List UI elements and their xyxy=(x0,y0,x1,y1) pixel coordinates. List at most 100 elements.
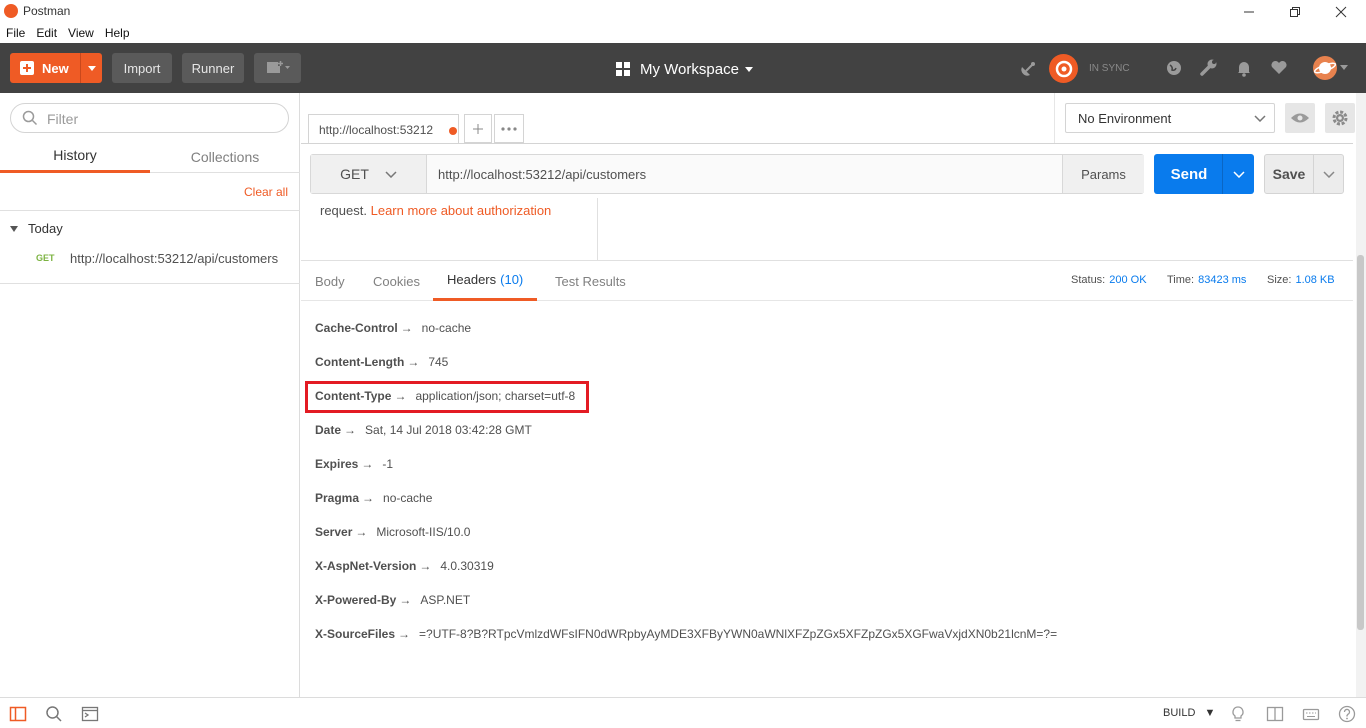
more-icon xyxy=(501,126,517,131)
history-group-today[interactable]: Today xyxy=(10,221,63,236)
new-dropdown-button[interactable] xyxy=(80,53,102,83)
filter-input[interactable] xyxy=(47,110,277,128)
save-button-main[interactable]: Save xyxy=(1265,155,1313,193)
learn-more-auth-link[interactable]: Learn more about authorization xyxy=(371,203,552,218)
new-label: New xyxy=(42,60,69,76)
tab-test-results[interactable]: Test Results xyxy=(541,261,640,301)
clear-all-link[interactable]: Clear all xyxy=(244,185,288,199)
sidebar-tabs: History Collections xyxy=(0,140,300,173)
two-pane-icon[interactable] xyxy=(1266,705,1284,723)
arrow-icon: → xyxy=(361,457,374,471)
header-value: no-cache xyxy=(421,321,472,335)
url-input[interactable]: http://localhost:53212/api/customers xyxy=(428,155,1062,193)
build-mode-toggle[interactable]: BUILD ▼ xyxy=(1163,707,1215,719)
minimize-icon xyxy=(1244,11,1254,12)
minimize-button[interactable] xyxy=(1226,0,1272,23)
restore-button[interactable] xyxy=(1272,0,1318,23)
search-icon xyxy=(22,110,38,126)
time-label: Time: xyxy=(1167,274,1195,286)
history-group-label: Today xyxy=(28,221,63,236)
time-value[interactable]: 83423 ms xyxy=(1198,274,1246,286)
workspace-label: My Workspace xyxy=(640,60,739,78)
sync-status-label: IN SYNC xyxy=(1089,63,1130,74)
response-size: Size: 1.08 KB xyxy=(1267,274,1335,286)
workspace-grid-icon xyxy=(616,62,630,76)
new-window-button[interactable] xyxy=(254,53,301,83)
keyboard-icon[interactable] xyxy=(1302,705,1320,723)
console-icon[interactable] xyxy=(81,705,99,723)
menu-view[interactable]: View xyxy=(68,26,94,40)
caret-down-icon: ▼ xyxy=(1204,707,1216,719)
sync-status-icon[interactable] xyxy=(1049,54,1078,83)
new-button[interactable]: New xyxy=(10,53,102,83)
menu-edit[interactable]: Edit xyxy=(36,26,57,40)
send-dropdown-button[interactable] xyxy=(1222,154,1254,194)
scrollbar-thumb[interactable] xyxy=(1357,255,1364,630)
postman-logo-icon xyxy=(4,4,18,18)
search-icon[interactable] xyxy=(45,705,63,723)
header-key: Cache-Control xyxy=(315,321,398,335)
satellite-icon[interactable] xyxy=(1018,58,1038,78)
import-button[interactable]: Import xyxy=(112,53,172,83)
method-select[interactable]: GET xyxy=(311,155,427,193)
divider xyxy=(597,198,598,260)
menu-file[interactable]: File xyxy=(6,26,25,40)
runner-button[interactable]: Runner xyxy=(182,53,244,83)
tab-collections[interactable]: Collections xyxy=(150,140,300,173)
new-button-main[interactable]: New xyxy=(10,53,80,83)
bell-icon[interactable] xyxy=(1234,58,1254,78)
send-button-main[interactable]: Send xyxy=(1154,154,1222,194)
response-time: Time: 83423 ms xyxy=(1167,274,1246,286)
tab-options-button[interactable] xyxy=(494,114,524,143)
menu-bar: File Edit View Help xyxy=(0,23,1366,43)
caret-down-icon[interactable] xyxy=(1340,65,1360,85)
arrow-icon: → xyxy=(362,491,375,505)
filter-field[interactable] xyxy=(10,103,289,133)
params-button[interactable]: Params xyxy=(1062,155,1144,193)
help-icon[interactable] xyxy=(1338,705,1356,723)
title-bar: Postman xyxy=(0,0,1366,23)
tab-cookies[interactable]: Cookies xyxy=(359,261,434,301)
request-tab-label: http://localhost:53212 xyxy=(319,122,434,137)
build-label: BUILD xyxy=(1163,707,1196,719)
avatar-planet-icon xyxy=(1313,62,1337,74)
auth-help-prefix: request. xyxy=(320,203,367,218)
tab-body[interactable]: Body xyxy=(301,261,359,301)
environment-select[interactable]: No Environment xyxy=(1065,103,1275,133)
header-key: X-Powered-By xyxy=(315,593,397,607)
save-button[interactable]: Save xyxy=(1264,154,1344,194)
manage-environments-button[interactable] xyxy=(1325,103,1355,133)
lightbulb-icon[interactable] xyxy=(1229,705,1247,723)
chevron-down-icon xyxy=(1254,115,1266,122)
environment-quick-look-button[interactable] xyxy=(1285,103,1315,133)
globe-icon[interactable] xyxy=(1164,58,1184,78)
auth-help-text: request. Learn more about authorization xyxy=(320,203,551,218)
tab-headers[interactable]: Headers (10) xyxy=(433,261,538,301)
arrow-icon: → xyxy=(399,593,412,607)
avatar[interactable] xyxy=(1313,56,1337,80)
method-label: GET xyxy=(340,166,369,182)
sidebar-toggle-icon[interactable] xyxy=(9,705,27,723)
close-button[interactable] xyxy=(1318,0,1364,23)
tab-headers-label: Headers xyxy=(447,272,497,287)
history-item[interactable]: GET http://localhost:53212/api/customers xyxy=(36,250,278,266)
status-value[interactable]: 200 OK xyxy=(1109,274,1146,286)
menu-help[interactable]: Help xyxy=(105,26,130,40)
header-toolbar: New Import Runner My Workspace IN SYNC xyxy=(0,43,1366,93)
request-tab[interactable]: http://localhost:53212 xyxy=(308,114,459,144)
arrow-icon: → xyxy=(398,627,411,641)
new-tab-button[interactable] xyxy=(464,114,492,143)
save-dropdown-button[interactable] xyxy=(1313,155,1343,193)
wrench-icon[interactable] xyxy=(1199,58,1219,78)
size-value[interactable]: 1.08 KB xyxy=(1295,274,1334,286)
history-item-url: http://localhost:53212/api/customers xyxy=(70,250,279,266)
plus-icon xyxy=(473,123,483,134)
workspace-selector[interactable]: My Workspace xyxy=(616,59,753,79)
chevron-down-icon xyxy=(385,170,397,178)
send-button[interactable]: Send xyxy=(1154,154,1254,194)
heart-icon[interactable] xyxy=(1269,58,1289,78)
window-title: Postman xyxy=(23,4,71,18)
restore-icon xyxy=(1290,6,1300,17)
tab-history[interactable]: History xyxy=(0,140,150,173)
caret-down-icon xyxy=(744,66,753,72)
